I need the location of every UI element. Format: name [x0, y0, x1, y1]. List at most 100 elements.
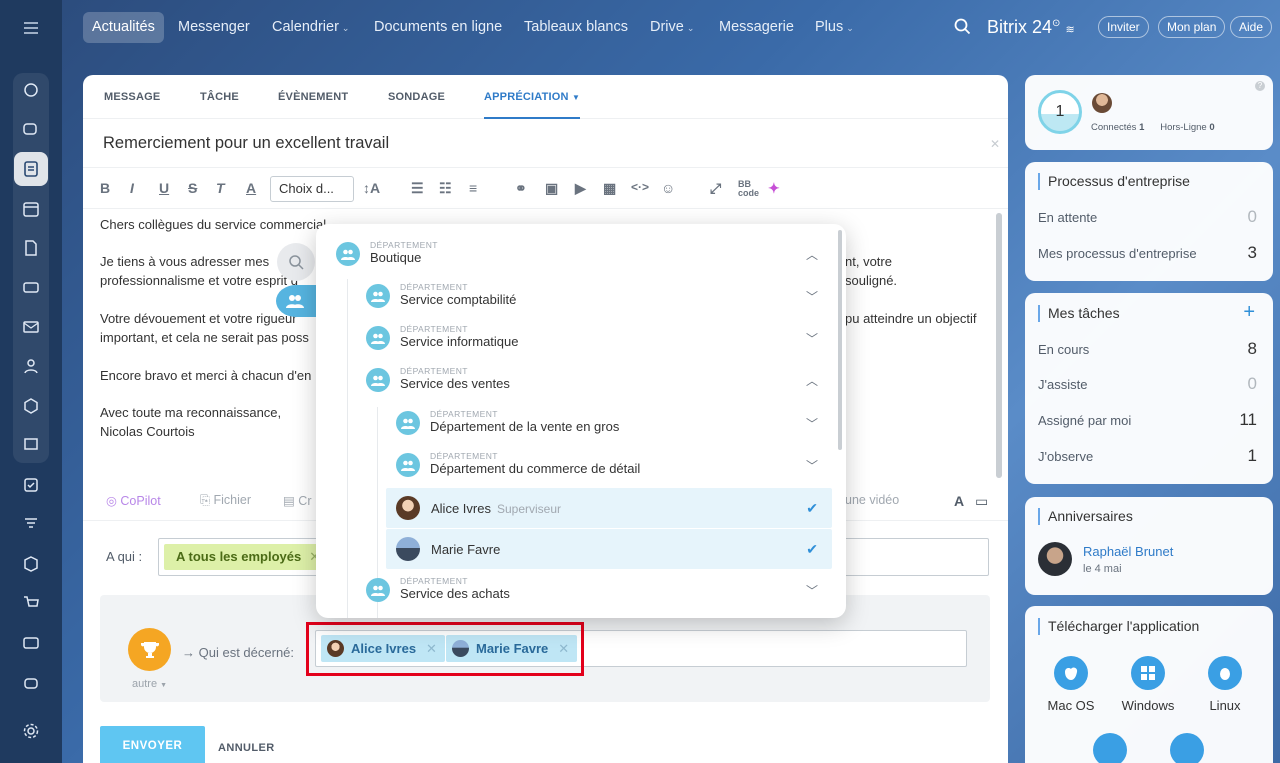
- card-icon[interactable]: [14, 626, 48, 660]
- tab-sondage[interactable]: SONDAGE: [388, 91, 445, 103]
- avatar[interactable]: [1038, 542, 1072, 576]
- strikethrough-icon[interactable]: S: [188, 180, 197, 196]
- link-icon[interactable]: ⚭: [515, 180, 527, 197]
- subject-field[interactable]: Remerciement pour un excellent travail: [103, 134, 389, 153]
- chevron-down-icon[interactable]: ﹀: [806, 415, 818, 432]
- cart-icon[interactable]: [14, 586, 48, 620]
- chat-icon[interactable]: [14, 113, 48, 147]
- table-icon[interactable]: ▦: [603, 180, 616, 197]
- underline-icon[interactable]: U: [159, 180, 169, 196]
- record-video-button[interactable]: une vidéo: [845, 493, 899, 507]
- help-button[interactable]: Aide: [1230, 16, 1273, 38]
- android-icon[interactable]: [1170, 733, 1204, 763]
- download-linux[interactable]: Linux: [1190, 656, 1260, 713]
- tab-appreciation[interactable]: APPRÉCIATION ▼: [484, 91, 581, 119]
- award-type-select[interactable]: autre ▼: [132, 678, 167, 690]
- person-item-marie[interactable]: Marie Favre ✔: [386, 529, 832, 569]
- brand-logo[interactable]: Bitrix 24⊙ ≋: [987, 17, 1075, 38]
- search-icon[interactable]: [954, 18, 971, 38]
- chevron-down-icon[interactable]: ﹀: [806, 582, 818, 599]
- birthday-name[interactable]: Raphaël Brunet: [1083, 544, 1173, 559]
- nav-plus[interactable]: Plus ⌄: [806, 12, 863, 43]
- calendar-icon[interactable]: [14, 192, 48, 226]
- add-task-button[interactable]: +: [1243, 301, 1255, 324]
- invite-button[interactable]: Inviter: [1098, 16, 1149, 38]
- fullscreen-icon[interactable]: ⤢: [710, 180, 721, 197]
- mail-icon[interactable]: [14, 310, 48, 344]
- text-format-icon[interactable]: A: [954, 493, 964, 509]
- avatar[interactable]: [1092, 93, 1112, 113]
- ios-icon[interactable]: [1093, 733, 1127, 763]
- board-icon[interactable]: [14, 428, 48, 462]
- department-item[interactable]: DÉPARTEMENT Service informatique ﹀: [316, 318, 846, 358]
- hexagon-icon[interactable]: [14, 389, 48, 423]
- code-icon[interactable]: <·>: [631, 180, 649, 194]
- online-count[interactable]: 1: [1038, 90, 1082, 134]
- department-item[interactable]: DÉPARTEMENT Service des ventes ︿: [316, 360, 846, 400]
- smiley-icon[interactable]: ☺: [661, 180, 675, 196]
- download-macos[interactable]: Mac OS: [1036, 656, 1106, 713]
- italic-icon[interactable]: I: [130, 180, 134, 196]
- task-row[interactable]: Assigné par moi 11: [1038, 410, 1257, 429]
- ordered-list-icon[interactable]: ☰: [411, 180, 424, 197]
- users-icon[interactable]: [276, 285, 316, 317]
- document-icon[interactable]: [14, 231, 48, 265]
- chevron-up-icon[interactable]: ︿: [806, 246, 818, 263]
- download-windows[interactable]: Windows: [1113, 656, 1183, 713]
- scroll-thumb[interactable]: [996, 213, 1002, 478]
- align-icon[interactable]: ≡: [469, 180, 477, 196]
- bbcode-icon[interactable]: BB code: [738, 180, 759, 198]
- filter-icon[interactable]: [14, 507, 48, 541]
- activity-icon[interactable]: [14, 73, 48, 107]
- box-icon[interactable]: [14, 547, 48, 581]
- nav-documents[interactable]: Documents en ligne: [365, 12, 511, 43]
- person-item-alice[interactable]: Alice Ivres Superviseur ✔: [386, 488, 832, 528]
- recipient-chip[interactable]: A tous les employés ✕: [164, 544, 331, 570]
- department-item[interactable]: DÉPARTEMENT Département de la vente en g…: [316, 403, 846, 443]
- send-button[interactable]: ENVOYER: [100, 726, 205, 763]
- font-size-icon[interactable]: ↕A: [363, 180, 380, 196]
- task-row[interactable]: J'observe 1: [1038, 446, 1257, 465]
- clear-format-icon[interactable]: T: [216, 180, 225, 196]
- trophy-icon[interactable]: [128, 628, 171, 671]
- feed-icon[interactable]: [14, 152, 48, 186]
- cancel-button[interactable]: ANNULER: [218, 742, 275, 754]
- video-icon[interactable]: ▶: [575, 180, 586, 197]
- contacts-icon[interactable]: [14, 349, 48, 383]
- department-item[interactable]: DÉPARTEMENT Service comptabilité ﹀: [316, 276, 846, 316]
- department-item[interactable]: DÉPARTEMENT Service des achats ﹀: [316, 570, 846, 610]
- panel-icon[interactable]: ▭: [975, 493, 988, 510]
- text-color-icon[interactable]: A: [246, 180, 256, 196]
- image-icon[interactable]: ▣: [545, 180, 558, 197]
- search-icon[interactable]: [277, 243, 315, 281]
- nav-tableaux[interactable]: Tableaux blancs: [515, 12, 637, 43]
- nav-calendrier[interactable]: Calendrier ⌄: [263, 12, 358, 43]
- tab-evenement[interactable]: ÉVÈNEMENT: [278, 91, 348, 103]
- nav-messenger[interactable]: Messenger: [169, 12, 259, 43]
- nav-drive[interactable]: Drive ⌄: [641, 12, 703, 43]
- bullet-list-icon[interactable]: ☷: [439, 180, 452, 197]
- create-button[interactable]: ▤ Cr: [283, 493, 312, 508]
- copilot-button[interactable]: ◎ CoPilot: [106, 493, 161, 508]
- help-icon[interactable]: ?: [1255, 81, 1265, 91]
- editor-scrollbar[interactable]: [996, 213, 1002, 478]
- ai-image-icon[interactable]: ✦: [768, 180, 780, 197]
- file-button[interactable]: ⎘ Fichier: [200, 493, 251, 508]
- process-row[interactable]: Mes processus d'entreprise 3: [1038, 243, 1257, 262]
- bold-icon[interactable]: B: [100, 180, 110, 196]
- nav-messagerie[interactable]: Messagerie: [710, 12, 803, 43]
- task-row[interactable]: En cours 8: [1038, 339, 1257, 358]
- nav-actualites[interactable]: Actualités: [83, 12, 164, 43]
- process-row[interactable]: En attente 0: [1038, 207, 1257, 226]
- chevron-down-icon[interactable]: ﹀: [806, 330, 818, 347]
- close-icon[interactable]: ✕: [990, 137, 1000, 151]
- settings-icon[interactable]: [14, 714, 48, 748]
- checkbox-icon[interactable]: [14, 468, 48, 502]
- drive-icon[interactable]: [14, 270, 48, 304]
- department-item[interactable]: DÉPARTEMENT Boutique ︿: [316, 234, 846, 274]
- font-select[interactable]: Choix d...: [270, 176, 354, 202]
- department-item[interactable]: DÉPARTEMENT Département du commerce de d…: [316, 445, 846, 485]
- chevron-down-icon[interactable]: ﹀: [806, 288, 818, 305]
- task-row[interactable]: J'assiste 0: [1038, 374, 1257, 393]
- chevron-up-icon[interactable]: ︿: [806, 372, 818, 389]
